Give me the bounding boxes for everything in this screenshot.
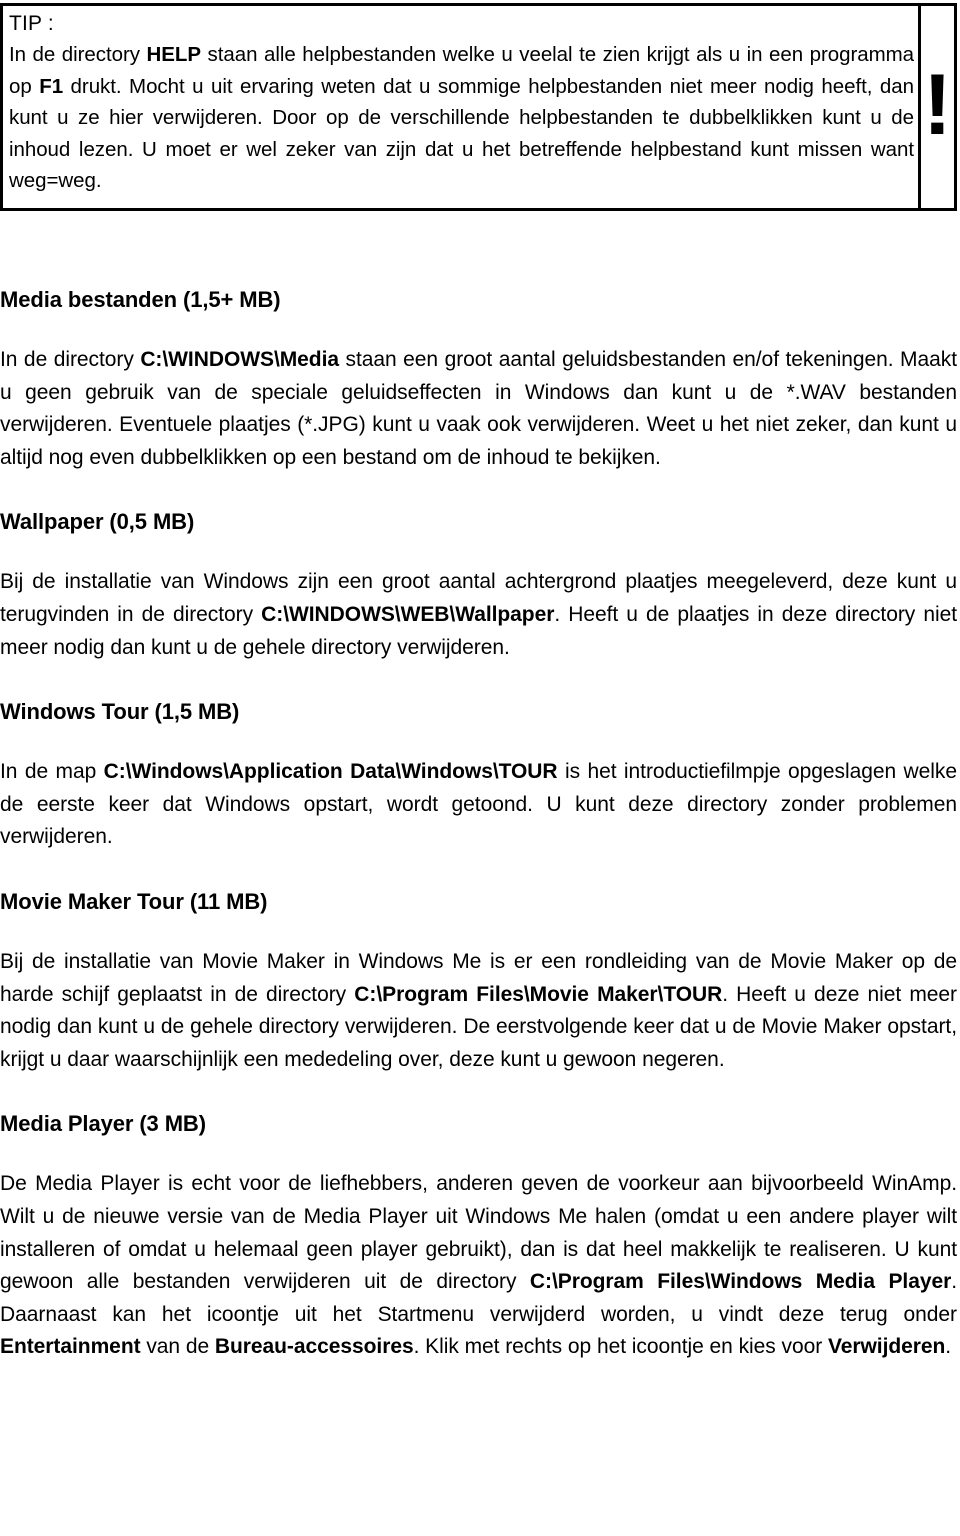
plain-text: drukt. Mocht u uit ervaring weten dat u … [9,74,914,193]
emphasised-text: C:\WINDOWS\WEB\Wallpaper [261,602,555,626]
section-heading: Windows Tour (1,5 MB) [0,699,240,725]
section-wallpaper: Wallpaper (0,5 MB) Bij de installatie va… [0,507,957,664]
plain-text: In de map [0,760,104,784]
section-heading: Wallpaper (0,5 MB) [0,509,195,535]
document-body: Media bestanden (1,5+ MB) In de director… [0,211,957,1364]
emphasised-text: C:\WINDOWS\Media [140,348,340,371]
emphasised-text: Verwijderen [827,1335,946,1359]
tip-body-text: In de directory HELP staan alle helpbest… [9,39,914,197]
document-page: TIP : In de directory HELP staan alle he… [0,0,960,1536]
emphasised-text: Bureau-accessoires [214,1335,414,1359]
section-paragraph: Bij de installatie van Windows zijn een … [0,566,957,664]
tip-label: TIP : [9,12,54,35]
plain-text: . [945,1335,952,1359]
emphasised-text: C:\Windows\Application Data\Windows\TOUR [103,760,558,784]
plain-text: van de [140,1335,215,1359]
section-paragraph: In de map C:\Windows\Application Data\Wi… [0,756,957,854]
section-media-bestanden: Media bestanden (1,5+ MB) In de director… [0,285,957,474]
section-windows-tour: Windows Tour (1,5 MB) In de map C:\Windo… [0,697,957,854]
section-heading: Movie Maker Tour (11 MB) [0,888,268,914]
plain-text: . Klik met rechts op het icoontje en kie… [413,1335,828,1359]
plain-text: In de directory [0,348,141,371]
tip-callout-box: TIP : In de directory HELP staan alle he… [0,3,957,211]
section-paragraph: De Media Player is echt voor de liefhebb… [0,1168,957,1364]
tip-text-cell: TIP : In de directory HELP staan alle he… [3,6,921,208]
section-paragraph: Bij de installatie van Movie Maker in Wi… [0,946,957,1076]
emphasised-text: C:\Program Files\Windows Media Player [529,1270,952,1294]
emphasised-text: F1 [39,74,64,98]
emphasised-text: Entertainment [0,1335,141,1359]
section-movie-maker-tour: Movie Maker Tour (11 MB) Bij de installa… [0,887,957,1076]
emphasised-text: HELP [146,43,202,66]
plain-text: In de directory [9,43,147,66]
tip-icon-cell: ! [921,6,954,208]
section-paragraph: In de directory C:\WINDOWS\Media staan e… [0,344,957,474]
emphasised-text: C:\Program Files\Movie Maker\TOUR [354,982,723,1006]
section-media-player: Media Player (3 MB) De Media Player is e… [0,1109,957,1364]
section-heading: Media Player (3 MB) [0,1111,206,1137]
exclamation-mark-icon: ! [923,57,952,153]
section-heading: Media bestanden (1,5+ MB) [0,287,281,312]
